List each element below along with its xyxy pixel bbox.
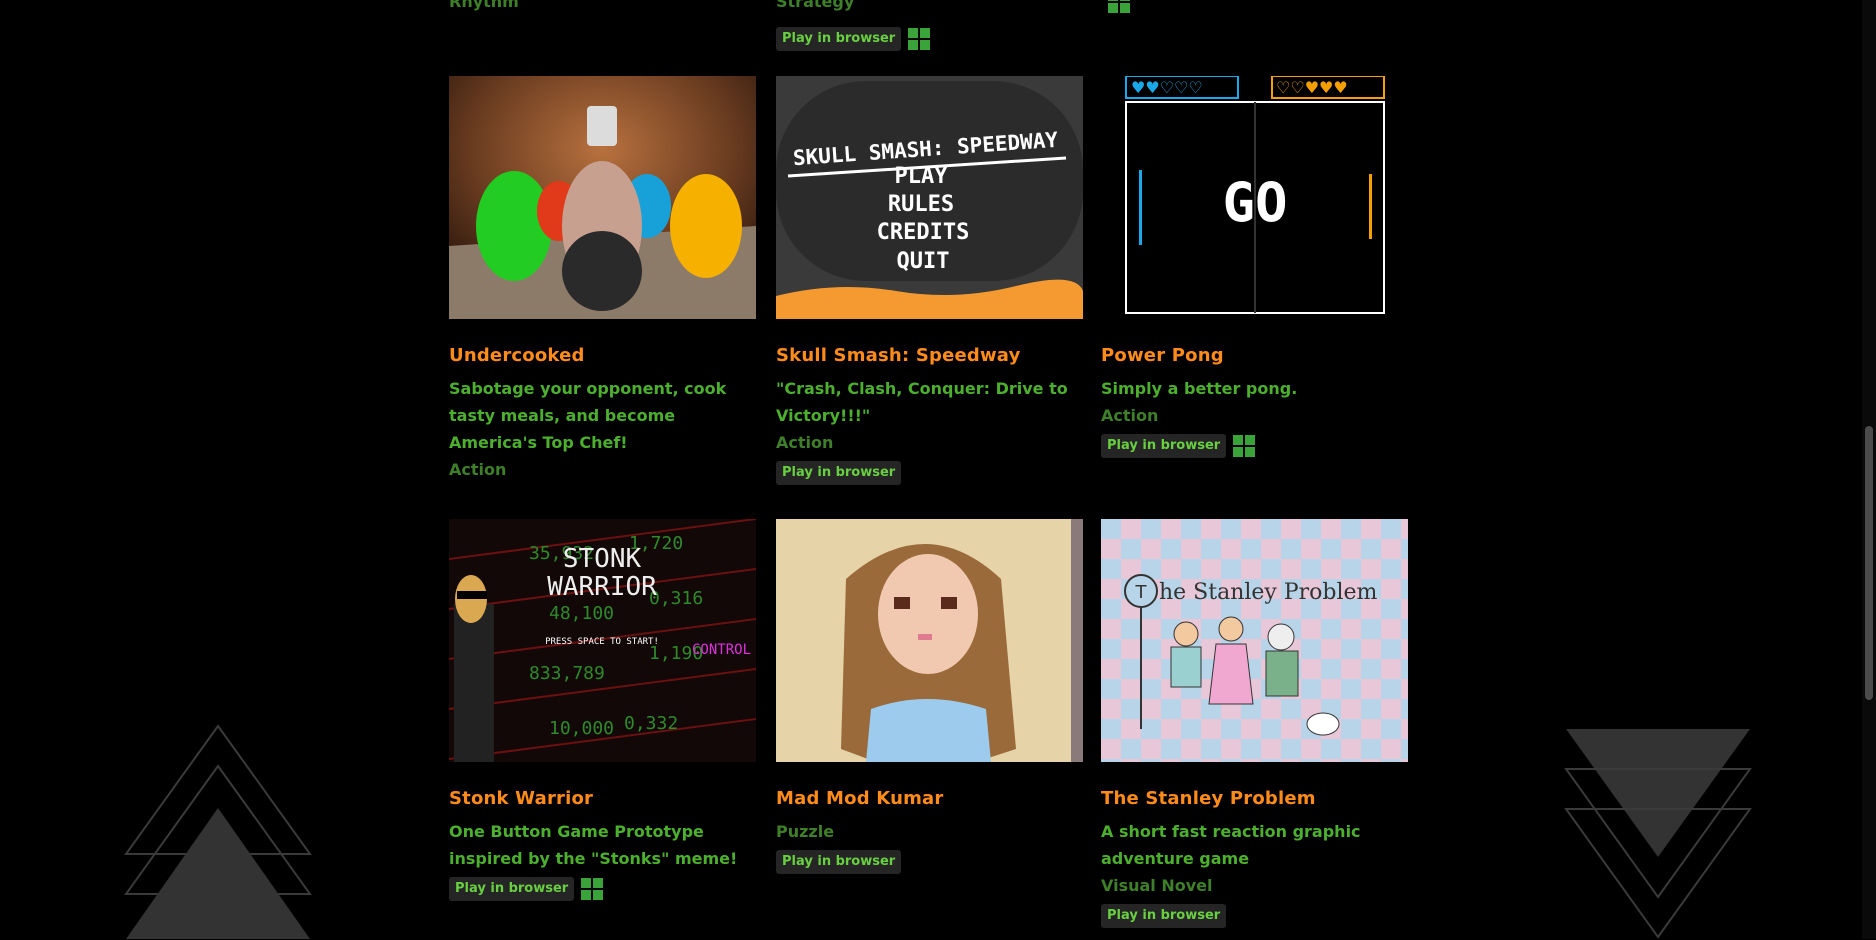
stanley-title-text: he Stanley Problem (1159, 580, 1378, 605)
stonk-controls: CONTROL (692, 642, 751, 658)
game-title[interactable]: Stonk Warrior (449, 787, 756, 811)
play-in-browser-badge[interactable]: Play in browser (1101, 434, 1227, 458)
game-card[interactable]: Undercooked Sabotage your opponent, cook… (449, 76, 756, 483)
heart-icons-blue: ♥♥♡♡♡ (1131, 78, 1203, 97)
game-title[interactable]: Undercooked (449, 344, 756, 368)
menu-rules: RULES (888, 192, 954, 217)
svg-text:10,000: 10,000 (549, 718, 614, 739)
svg-text:0,316: 0,316 (649, 588, 703, 609)
triangle-decoration-left (124, 724, 312, 939)
game-description: "Crash, Clash, Conquer: Drive to Victory… (776, 379, 1068, 425)
heart-icons-orange: ♡♡♥♥♥ (1276, 78, 1348, 97)
game-thumbnail-skull-smash[interactable]: SKULL SMASH: SPEEDWAY PLAY RULES CREDITS… (776, 76, 1083, 319)
game-title[interactable]: Skull Smash: Speedway (776, 344, 1083, 368)
windows-icon (908, 28, 931, 50)
svg-text:48,100: 48,100 (549, 603, 614, 624)
svg-text:0,332: 0,332 (624, 713, 678, 734)
game-card[interactable]: SKULL SMASH: SPEEDWAY PLAY RULES CREDITS… (776, 76, 1083, 486)
stonk-press-start: PRESS SPACE TO START! (545, 637, 659, 647)
game-description: Simply a better pong. (1101, 379, 1298, 398)
game-title[interactable]: Mad Mod Kumar (776, 787, 1083, 811)
play-in-browser-badge[interactable]: Play in browser (776, 461, 902, 485)
platforms: Play in browser (449, 876, 756, 902)
game-thumbnail-power-pong[interactable]: ♥♥♡♡♡ ♡♡♥♥♥ GO (1101, 76, 1408, 319)
platforms: Play in browser (1101, 903, 1408, 929)
platforms: Play in browser (1101, 433, 1408, 459)
stonk-title-1: STONK (563, 544, 642, 574)
windows-icon (581, 878, 604, 900)
game-card[interactable]: 35,932 1,720 48,100 0,316 833,789 1,190 10,… (449, 519, 756, 902)
menu-quit: QUIT (897, 249, 950, 274)
play-in-browser-badge[interactable]: Play in browser (449, 877, 575, 901)
game-title[interactable]: Power Pong (1101, 344, 1408, 368)
platforms: Play in browser (776, 27, 931, 51)
game-genre: Action (449, 460, 507, 479)
menu-play: PLAY (895, 164, 949, 189)
game-description: One Button Game Prototype inspired by th… (449, 822, 738, 868)
game-genre: Visual Novel (1101, 876, 1213, 895)
menu-credits: CREDITS (877, 220, 970, 245)
windows-icon (1233, 435, 1256, 457)
game-genre: Action (1101, 406, 1159, 425)
platforms: Play in browser (776, 849, 1083, 875)
platforms: Play in browser (776, 460, 1083, 486)
game-genre-strategy: Strategy (776, 0, 855, 11)
windows-icon (1108, 0, 1130, 13)
stonk-title-2: WARRIOR (547, 572, 657, 602)
scrollbar-thumb[interactable] (1865, 426, 1873, 700)
stanley-t-letter: T (1135, 582, 1148, 603)
svg-text:833,789: 833,789 (529, 663, 605, 684)
game-title[interactable]: The Stanley Problem (1101, 787, 1408, 811)
game-genre-rhythm: Rhythm (449, 0, 519, 11)
go-text: GO (1222, 171, 1287, 234)
game-genre: Puzzle (776, 822, 835, 841)
triangle-decoration-right (1564, 729, 1752, 939)
game-thumbnail-undercooked[interactable] (449, 76, 756, 319)
game-genre: Action (776, 433, 834, 452)
game-card[interactable]: Mad Mod Kumar Puzzle Play in browser (776, 519, 1083, 875)
play-in-browser-badge[interactable]: Play in browser (776, 850, 902, 874)
play-in-browser-badge[interactable]: Play in browser (776, 27, 902, 51)
game-thumbnail-mad-mod-kumar[interactable] (776, 519, 1083, 762)
game-thumbnail-stonk-warrior[interactable]: 35,932 1,720 48,100 0,316 833,789 1,190 10,… (449, 519, 756, 762)
play-in-browser-badge[interactable]: Play in browser (1101, 904, 1227, 928)
game-thumbnail-stanley-problem[interactable]: T he Stanley Problem (1101, 519, 1408, 762)
game-card[interactable]: ♥♥♡♡♡ ♡♡♥♥♥ GO Power Pong Simply a bette… (1101, 76, 1408, 459)
game-card[interactable]: T he Stanley Problem The Stanley Problem… (1101, 519, 1408, 929)
game-description: Sabotage your opponent, cook tasty meals… (449, 379, 727, 452)
game-description: A short fast reaction graphic adventure … (1101, 822, 1361, 868)
